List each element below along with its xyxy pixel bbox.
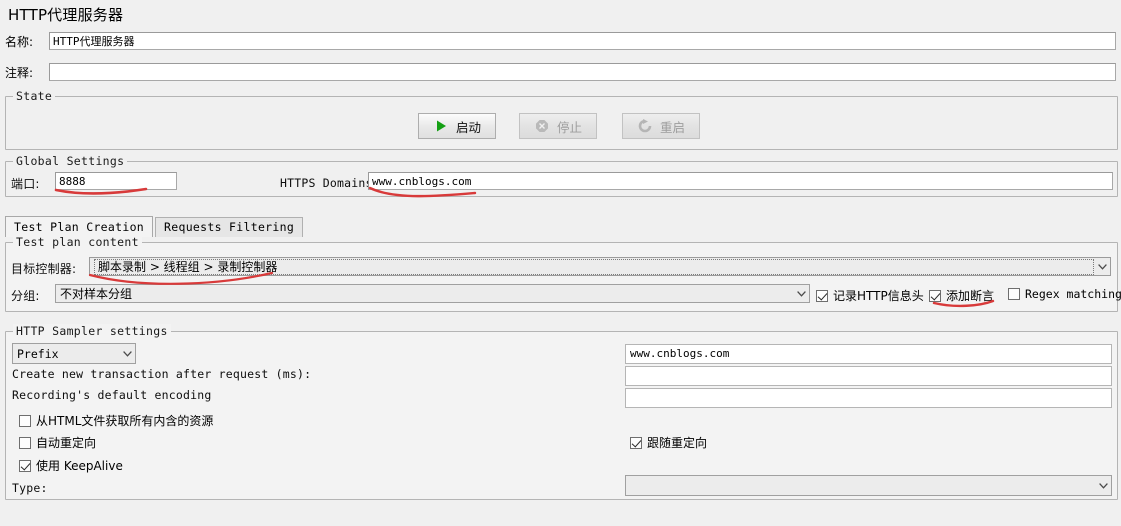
checkbox-follow-redirects[interactable]: 跟随重定向 bbox=[630, 434, 707, 451]
prefix-value-input[interactable]: www.cnblogs.com bbox=[625, 344, 1112, 364]
play-icon bbox=[433, 118, 449, 134]
stop-button-label: 停止 bbox=[557, 119, 583, 135]
start-button[interactable]: 启动 bbox=[418, 113, 497, 139]
grouping-combo[interactable]: 不对样本分组 bbox=[55, 284, 810, 303]
checkbox-box bbox=[19, 436, 31, 449]
checkbox-add-assertions[interactable]: 添加断言 bbox=[929, 287, 994, 304]
prefix-value: Prefix bbox=[17, 346, 59, 361]
type-label: Type: bbox=[12, 481, 48, 495]
checkbox-label: 从HTML文件获取所有内含的资源 bbox=[36, 414, 214, 428]
chevron-down-icon bbox=[1095, 476, 1111, 495]
checkbox-box bbox=[19, 459, 31, 472]
stop-icon bbox=[534, 118, 550, 134]
page-title: HTTP代理服务器 bbox=[8, 6, 124, 24]
name-label: 名称: bbox=[5, 34, 34, 49]
http-sampler-settings-group-title: HTTP Sampler settings bbox=[13, 324, 171, 338]
checkbox-label: 记录HTTP信息头 bbox=[833, 289, 924, 303]
restart-button-label: 重启 bbox=[660, 119, 686, 135]
grouping-label: 分组: bbox=[11, 289, 40, 303]
checkbox-label: Regex matching bbox=[1025, 287, 1121, 301]
state-group-title: State bbox=[13, 89, 56, 103]
test-plan-content-group-title: Test plan content bbox=[13, 235, 142, 249]
checkbox-use-keepalive[interactable]: 使用 KeepAlive bbox=[19, 457, 123, 474]
comment-row: 注释: bbox=[5, 62, 1116, 82]
global-settings-group-title: Global Settings bbox=[13, 154, 128, 168]
port-input[interactable]: 8888 bbox=[55, 172, 177, 190]
checkbox-label: 跟随重定向 bbox=[647, 436, 708, 450]
https-domains-input[interactable]: www.cnblogs.com bbox=[368, 172, 1113, 190]
tab-bar: Test Plan Creation Requests Filtering bbox=[5, 216, 304, 237]
transaction-ms-input[interactable] bbox=[625, 366, 1112, 386]
checkbox-regex-matching[interactable]: Regex matching bbox=[1008, 287, 1121, 301]
chevron-down-icon bbox=[1094, 258, 1110, 275]
checkbox-box bbox=[816, 289, 828, 302]
checkbox-retrieve-embedded-resources[interactable]: 从HTML文件获取所有内含的资源 bbox=[19, 412, 213, 429]
chevron-down-icon bbox=[119, 344, 135, 363]
start-button-label: 启动 bbox=[456, 119, 482, 135]
https-domains-label: HTTPS Domains: bbox=[280, 176, 380, 190]
comment-label: 注释: bbox=[5, 65, 34, 80]
checkbox-label: 使用 KeepAlive bbox=[36, 459, 123, 473]
checkbox-box bbox=[929, 289, 941, 302]
tab-test-plan-creation[interactable]: Test Plan Creation bbox=[5, 216, 154, 237]
checkbox-box bbox=[1008, 288, 1020, 300]
stop-button[interactable]: 停止 bbox=[519, 113, 598, 139]
comment-input[interactable] bbox=[49, 63, 1116, 81]
restart-icon bbox=[637, 118, 653, 134]
target-controller-label: 目标控制器: bbox=[11, 262, 77, 276]
checkbox-label: 添加断言 bbox=[946, 289, 995, 303]
create-transaction-label: Create new transaction after request (ms… bbox=[12, 367, 312, 381]
name-row: 名称: HTTP代理服务器 bbox=[5, 31, 1116, 51]
prefix-combo[interactable]: Prefix bbox=[12, 343, 136, 364]
target-controller-value: 脚本录制 > 线程组 > 录制控制器 bbox=[94, 258, 1094, 275]
checkbox-box bbox=[19, 414, 31, 427]
checkbox-label: 自动重定向 bbox=[36, 436, 97, 450]
port-label: 端口: bbox=[11, 177, 40, 191]
checkbox-auto-redirect[interactable]: 自动重定向 bbox=[19, 434, 96, 451]
grouping-value: 不对样本分组 bbox=[60, 286, 133, 301]
recording-encoding-label: Recording's default encoding bbox=[12, 388, 212, 402]
restart-button[interactable]: 重启 bbox=[622, 113, 701, 139]
name-input[interactable]: HTTP代理服务器 bbox=[49, 32, 1116, 50]
chevron-down-icon bbox=[793, 285, 809, 302]
checkbox-record-http-headers[interactable]: 记录HTTP信息头 bbox=[816, 287, 924, 304]
encoding-input[interactable] bbox=[625, 388, 1112, 408]
tab-requests-filtering[interactable]: Requests Filtering bbox=[155, 217, 304, 237]
target-controller-combo[interactable]: 脚本录制 > 线程组 > 录制控制器 bbox=[89, 257, 1111, 276]
checkbox-box bbox=[630, 436, 642, 449]
type-combo[interactable] bbox=[625, 475, 1112, 496]
